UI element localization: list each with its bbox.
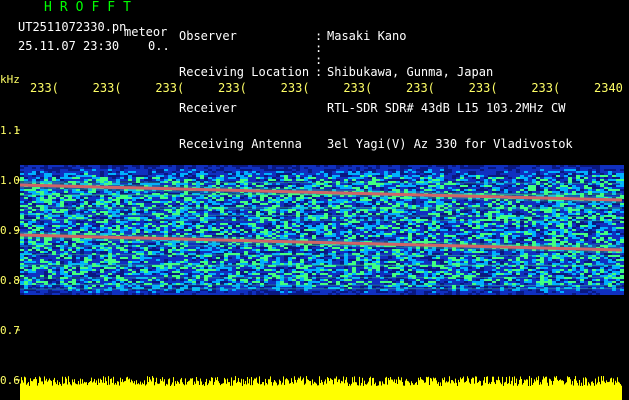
x-tick-label: 233( [93, 81, 122, 95]
spectrogram-chart: 1.1 1.0 0.9 0.8 0.7 0.6 233( 233( 233( 233( 233( 23… [0, 81, 624, 400]
baseline-noise [20, 376, 622, 400]
x-tick-label: 233( [281, 81, 310, 95]
y-tick-label: 0.8 [0, 274, 20, 287]
x-tick-label: 233( [531, 81, 560, 95]
y-tick-label: 1.1 [0, 124, 20, 137]
noise-streak [19, 208, 623, 210]
x-tick-label: 233( [343, 81, 372, 95]
x-tick-label: 233( [469, 81, 498, 95]
y-tick-label: 0.7 [0, 324, 20, 337]
y-tick-label: 0.9 [0, 224, 20, 237]
x-tick-label: 233( [155, 81, 184, 95]
y-tick-label: 0.6 [0, 374, 20, 387]
x-tick-label: 2340 [594, 81, 623, 95]
noise-streak [19, 206, 623, 209]
x-tick-label: 233( [30, 81, 59, 95]
x-tick-label: 233( [218, 81, 247, 95]
y-tick-label: 1.0 [0, 174, 20, 187]
x-tick-label: 233( [406, 81, 435, 95]
